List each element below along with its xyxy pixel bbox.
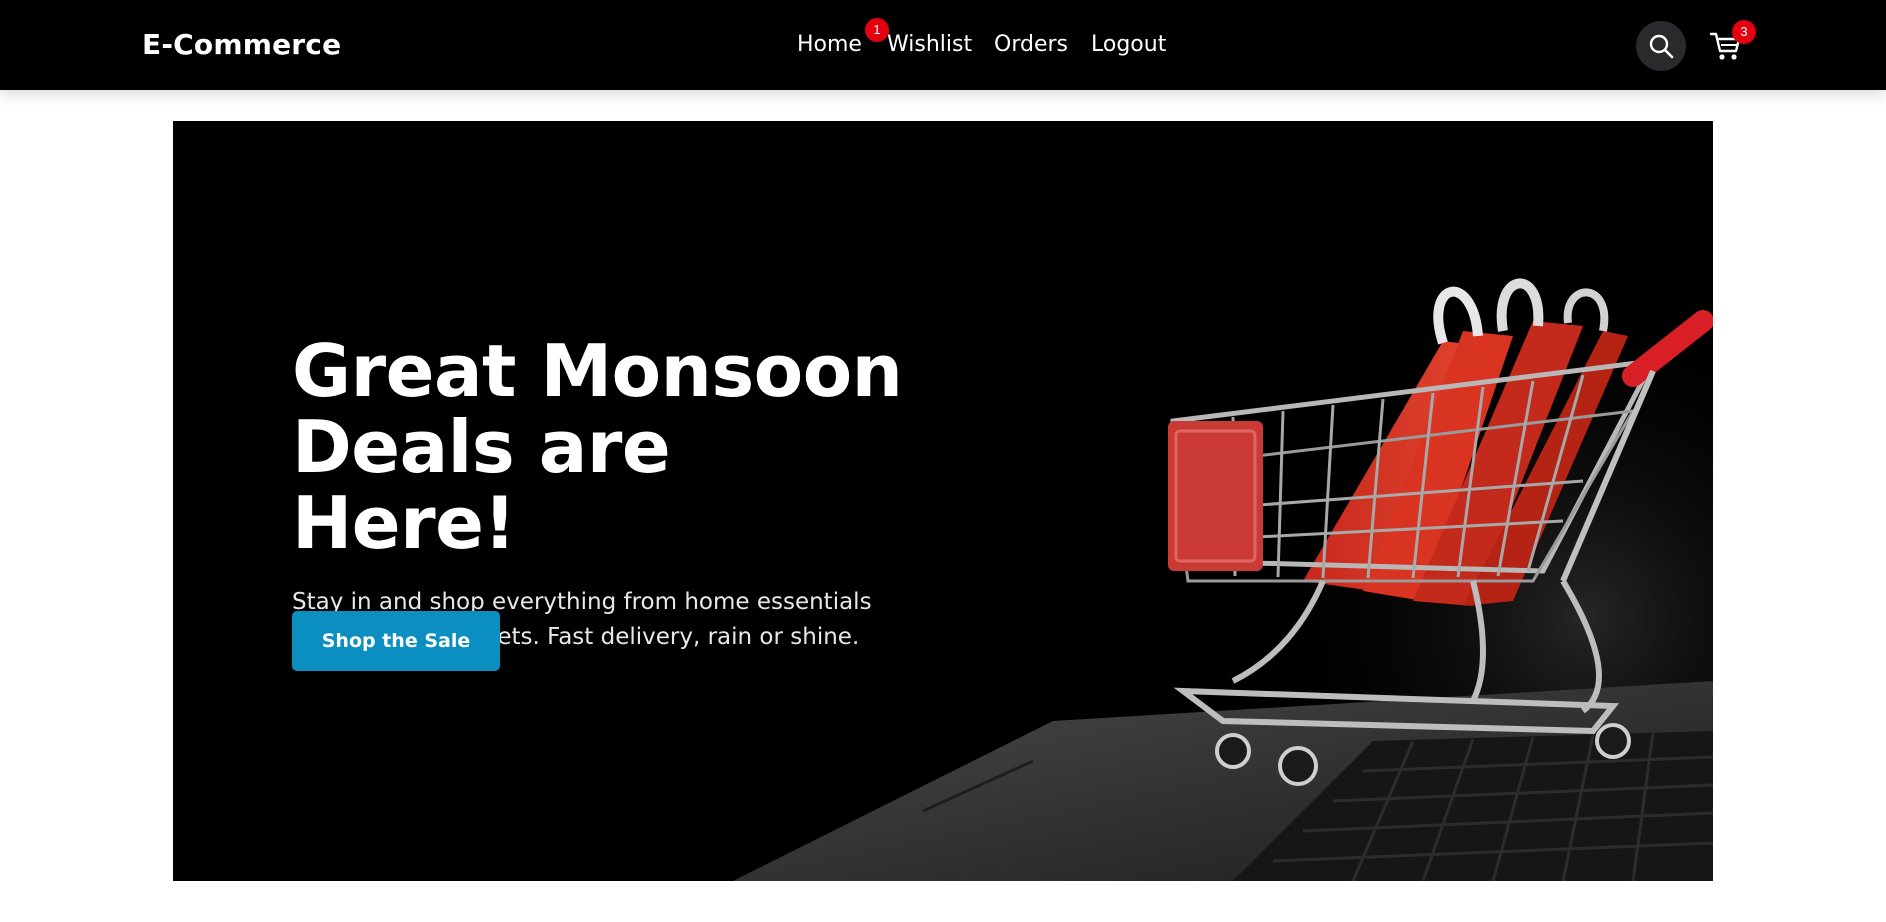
shop-sale-button[interactable]: Shop the Sale xyxy=(292,611,500,671)
cart-front-panel xyxy=(1168,421,1263,571)
hero-banner: Great Monsoon Deals are Here! Stay in an… xyxy=(173,121,1713,881)
nav-home-link[interactable]: Home xyxy=(797,32,862,57)
nav-wishlist-link[interactable]: Wishlist xyxy=(887,32,972,57)
search-icon xyxy=(1649,34,1674,59)
nav-logout-link[interactable]: Logout xyxy=(1091,32,1166,57)
hero-title: Great Monsoon Deals are Here! xyxy=(292,333,912,561)
search-button[interactable] xyxy=(1636,21,1686,71)
cart-count-badge: 3 xyxy=(1732,20,1756,44)
hero-text-block: Great Monsoon Deals are Here! Stay in an… xyxy=(292,333,912,655)
top-navbar: E-Commerce Home Wishlist 1 Orders Logout… xyxy=(0,0,1886,90)
hero-title-line2: Deals are Here! xyxy=(292,405,671,565)
wishlist-count-badge: 1 xyxy=(865,18,889,42)
brand-logo[interactable]: E-Commerce xyxy=(142,28,341,61)
nav-orders-link[interactable]: Orders xyxy=(994,32,1068,57)
hero-title-line1: Great Monsoon xyxy=(292,329,903,413)
